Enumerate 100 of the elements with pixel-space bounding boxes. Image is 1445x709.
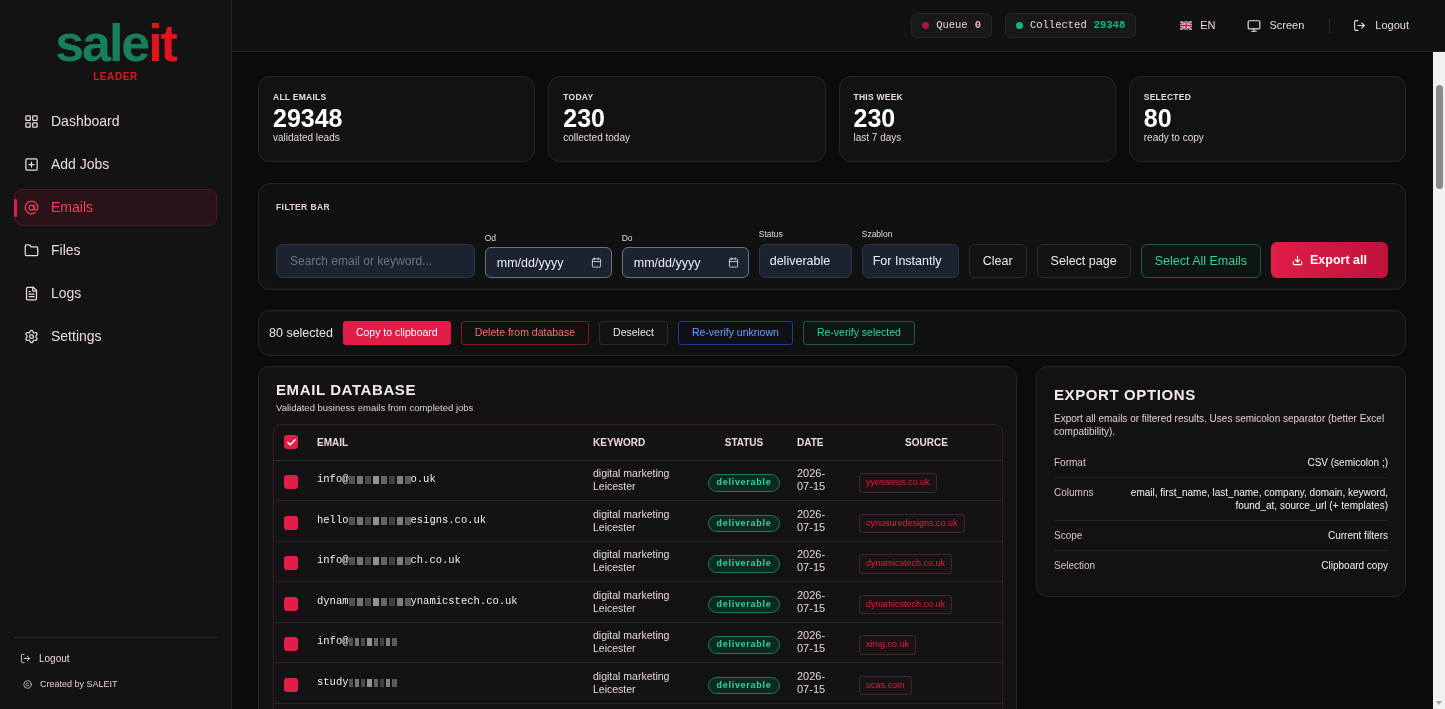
date-cell: 2026-07-15	[785, 500, 851, 541]
counter-label: Collected	[1029, 17, 1087, 33]
source-tag: dynamicstech.co.uk	[859, 594, 953, 614]
stat-caption: validated leads	[273, 132, 341, 144]
calendar-icon[interactable]	[727, 257, 739, 268]
status-badge: deliverable	[707, 514, 781, 533]
logout-button[interactable]: Logout	[1353, 17, 1409, 34]
stat-value: 80	[1143, 104, 1173, 132]
stat-value: 230	[853, 104, 897, 132]
folder-icon	[24, 243, 39, 258]
counter-value: 0	[974, 17, 981, 33]
keyword-cell: digital marketing Leicester	[585, 581, 703, 622]
nav-item[interactable]: Logs	[14, 275, 217, 312]
card-subtitle: Validated business emails from completed jobs	[275, 402, 475, 414]
credit-text: Created by SALEIT	[40, 677, 118, 691]
counter-value: 29348	[1093, 17, 1126, 33]
email-text: ynamicstech.co.uk	[410, 593, 518, 609]
card-title: EMAIL DATABASE	[275, 381, 418, 399]
selection-action-button[interactable]: Re-verify selected	[802, 321, 915, 345]
calendar-icon[interactable]	[590, 257, 602, 268]
pixelated-redaction-drawing	[348, 678, 397, 688]
status-select[interactable]: deliverable	[758, 244, 852, 278]
scrollbar-thumb[interactable]	[1436, 85, 1443, 189]
pixelated-redaction-drawing	[348, 637, 397, 647]
export-description: Export all emails or filtered results. Uses semicolon separator (better Excel compatibility).	[1054, 412, 1386, 438]
nav-item[interactable]: Emails	[14, 189, 217, 226]
language-button[interactable]: EN	[1180, 17, 1216, 34]
pixelated-redaction-drawing	[348, 597, 411, 607]
stat-label: ALL EMAILS	[273, 92, 328, 102]
option-value: Current filters	[1328, 529, 1388, 542]
logout-icon	[20, 652, 31, 664]
date-field[interactable]: mm/dd/yyyy	[621, 247, 749, 278]
search-field[interactable]: Search email or keyword...	[276, 244, 475, 278]
plus-square-icon	[24, 157, 39, 172]
keyword-cell: digital marketing Leicester	[585, 662, 703, 703]
email-text: study	[317, 674, 349, 690]
date-cell: 2026-07-15	[785, 662, 851, 703]
selection-action-button[interactable]: Deselect	[599, 321, 668, 345]
logout-icon	[1353, 19, 1367, 32]
date-field[interactable]: mm/dd/yyyy	[484, 247, 612, 278]
option-label: Format	[1054, 456, 1086, 469]
selection-action-button[interactable]: Delete from database	[460, 321, 590, 345]
pixelated-redaction-drawing	[348, 516, 411, 526]
nav-item[interactable]: Files	[14, 232, 217, 269]
source-tag: cynosuredesigns.co.uk	[859, 513, 965, 533]
column-header: SOURCE	[851, 425, 1002, 460]
grid-icon	[24, 114, 39, 129]
row-checkbox[interactable]	[284, 677, 298, 692]
keyword-cell: digital marketing Leicester	[585, 622, 703, 663]
column-header: STATUS	[703, 425, 785, 460]
status-badge: deliverable	[707, 555, 781, 573]
card-title: EXPORT OPTIONS	[1054, 386, 1197, 404]
template-select[interactable]: For Instantly	[861, 244, 959, 278]
source-tag: ximg.co.uk	[859, 635, 916, 655]
option-value: email, first_name, last_name, company, domain, keyword, found_at, source_url (+ templates)	[1129, 486, 1388, 512]
row-checkbox[interactable]	[284, 475, 298, 490]
email-text: o.uk	[410, 472, 436, 488]
email-text: info@	[317, 634, 349, 650]
stat-label: THIS WEEK	[853, 92, 905, 102]
nav-item[interactable]: Settings	[14, 318, 217, 355]
nav-item[interactable]: Dashboard	[14, 103, 217, 140]
stat-value: 29348	[273, 104, 344, 132]
date-cell: 2026-07-15	[785, 622, 851, 663]
filter-button[interactable]: Clear	[968, 244, 1027, 278]
email-text: hello	[317, 512, 349, 528]
source-tag: dynamicstech.co.uk	[859, 554, 953, 574]
status-badge: deliverable	[707, 474, 781, 492]
logo-wordmark: saleit	[55, 14, 176, 72]
row-checkbox[interactable]	[284, 556, 298, 571]
panel-title: FILTER BAR	[276, 202, 332, 212]
filter-button[interactable]: Select All Emails	[1140, 244, 1262, 278]
date-cell: 2026-07-15	[785, 581, 851, 622]
field-label: Status	[758, 229, 784, 239]
source-tag: yyesweus.co.uk	[859, 473, 937, 493]
selection-action-button[interactable]: Re-verify unknown	[677, 321, 793, 345]
document-icon	[24, 286, 39, 301]
sidebar-logout-link[interactable]: Logout	[14, 650, 70, 666]
copyright-icon	[23, 679, 32, 689]
keyword-cell: digital marketing Leicester	[585, 460, 703, 501]
column-header: KEYWORD	[585, 425, 703, 460]
status-badge: deliverable	[707, 636, 781, 654]
email-text: info@	[317, 472, 349, 488]
at-sign-icon	[24, 200, 39, 215]
email-text: ch.co.uk	[410, 553, 461, 569]
status-badge: deliverable	[707, 676, 781, 695]
export-button[interactable]: Export all	[1271, 242, 1388, 278]
select-all-checkbox[interactable]	[284, 435, 298, 450]
selection-action-button[interactable]: Copy to clipboard	[342, 321, 451, 345]
filter-button[interactable]: Select page	[1036, 244, 1131, 278]
nav-item[interactable]: Add Jobs	[14, 146, 217, 183]
scrollbar[interactable]	[1433, 52, 1445, 709]
flag-icon	[1180, 21, 1193, 30]
screen-button[interactable]: Screen	[1247, 17, 1305, 34]
scroll-down-arrow-icon[interactable]	[1436, 701, 1442, 705]
row-checkbox[interactable]	[284, 637, 298, 652]
row-checkbox[interactable]	[284, 596, 298, 611]
selection-count: 80 selected	[269, 324, 333, 342]
stat-caption: last 7 days	[853, 132, 903, 144]
stat-caption: collected today	[563, 132, 631, 144]
row-checkbox[interactable]	[284, 515, 298, 530]
